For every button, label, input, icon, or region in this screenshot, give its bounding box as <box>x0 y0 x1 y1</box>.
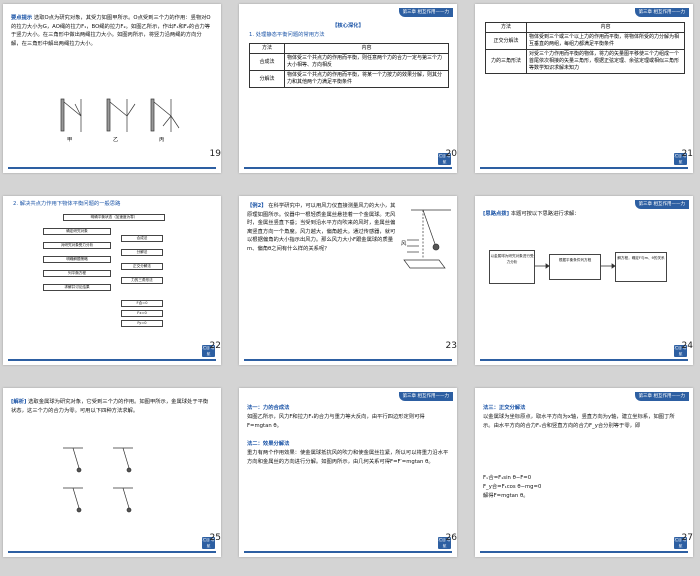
s19-label-c: 丙 <box>159 137 165 143</box>
flow-right-6: Fy=0 <box>121 320 163 327</box>
flow-mid-0: 确定研究对象 <box>43 228 111 235</box>
s21-methods-table: 方法 内容 正交分解法 物体受到三个或三个以上力的作用而平衡，将物体所受的力分解为相… <box>485 22 685 74</box>
flow-right-4: F合=0 <box>121 300 163 307</box>
footer-bar <box>480 167 688 169</box>
flow-mid-2: 明确解题策略 <box>43 256 111 263</box>
flow-right-2: 正交分解法 <box>121 263 163 270</box>
flow-mid-1: 对研究对象受力分析 <box>43 242 111 249</box>
s19-label-b: 乙 <box>113 137 119 143</box>
flow-right-3: 力的三角形法 <box>121 277 163 284</box>
s27-method3-text: 以金属球为坐标原点，取水平方向为x轴，竖直方向为y轴，建立坐标系，如图丁所示。由… <box>483 414 675 429</box>
flow-mid-4: 求解并讨论结果 <box>43 284 111 291</box>
footer-bar <box>480 551 688 553</box>
slide-26[interactable]: 第三章 相互作用——力 法一：力的合成法 如图乙所示，风力F和拉力F₁的合力与重… <box>239 388 457 557</box>
slide-24[interactable]: 第三章 相互作用——力 [思路点拨] 本题可按以下思路进行求解： 以金属球为研究… <box>475 196 693 365</box>
s26-method2-text: 重力有两个作用效果：使金属球抵抗风的吹力和使金属丝拉紧，所以可以将重力沿水平方向… <box>247 450 449 465</box>
page-number: 24 <box>681 341 693 351</box>
s26-method2-title: 法二：效果分解法 <box>247 441 290 447</box>
footer-bar <box>480 359 688 361</box>
slide-25[interactable]: [解析] 选取金属球为研究对象，它受到三个力的作用。如图甲所示，金属球处于平衡状… <box>3 388 221 557</box>
slide-23[interactable]: 【例2】 在科学研究中，可以用风力仪直接测量风力的大小，其原理如图所示。仪器中一… <box>239 196 457 365</box>
flow-right-0: 合成法 <box>121 235 163 242</box>
s23-wind-diagram <box>403 209 451 269</box>
footer-bar <box>244 359 452 361</box>
s26-method1-title: 法一：力的合成法 <box>247 405 290 411</box>
chapter-header: 第三章 相互作用——力 <box>634 392 689 401</box>
s20-heading: 【核心深化】 <box>332 23 364 29</box>
page-number: 23 <box>445 341 457 351</box>
flow-right-1: 分解法 <box>121 249 163 256</box>
flow-right-5: Fx=0 <box>121 310 163 317</box>
slide-27[interactable]: 第三章 相互作用——力 法三：正交分解法 以金属球为坐标原点，取水平方向为x轴，… <box>475 388 693 557</box>
page-number: 19 <box>209 149 221 159</box>
s22-heading: 2. 解决共点力作用下物体平衡问题的一般思路 <box>13 201 121 207</box>
footer-bar <box>8 359 216 361</box>
s19-force-diagrams <box>60 98 180 132</box>
s23-wind-label: 风 <box>401 241 407 247</box>
slide-20[interactable]: 第三章 相互作用——力 【核心深化】 1. 处理静态平衡问题的常用方法 方法 内容… <box>239 4 457 173</box>
s27-result: 解得F=mgtan θ。 <box>483 493 529 499</box>
s19-label-a: 甲 <box>67 137 73 143</box>
flow-top: 明确平衡状态（加速度为零） <box>63 214 165 221</box>
footer-bar <box>244 551 452 553</box>
page-number: 27 <box>681 533 693 543</box>
s24-arrows <box>535 263 616 269</box>
s20-methods-table: 方法 内容 合成法 物体受三个共点力的作用而平衡，则任意两个力的合力一定与第三个力大… <box>249 43 449 88</box>
footer-bar <box>244 167 452 169</box>
page-number: 25 <box>209 533 221 543</box>
s27-equation-2: F_y合=F₁cos θ−mg=0 <box>483 484 542 490</box>
chapter-header: 第三章 相互作用——力 <box>634 8 689 17</box>
page-number: 20 <box>445 149 457 159</box>
s27-equation-1: Fₓ合=F₁sin θ−F=0 <box>483 475 532 481</box>
s25-force-diagrams <box>63 447 133 513</box>
flow-mid-3: 列平衡方程 <box>43 270 111 277</box>
page-number: 21 <box>681 149 693 159</box>
page-number: 26 <box>445 533 457 543</box>
footer-bar <box>8 551 216 553</box>
slide-19[interactable]: 要点提示 选取O点为研究对象，其受力如图甲所示。O点受到三个力的作用：竖物对O的… <box>3 4 221 173</box>
s20-subheading: 1. 处理静态平衡问题的常用方法 <box>249 32 325 38</box>
page-number: 22 <box>209 341 221 351</box>
s26-method1-text: 如图乙所示，风力F和拉力F₁的合力与重力等大反向，由平行四边形定则可得F=mgt… <box>247 414 425 429</box>
slide-22[interactable]: 2. 解决共点力作用下物体平衡问题的一般思路 明确平衡状态（加速度为零） 确定研… <box>3 196 221 365</box>
chapter-header: 第三章 相互作用——力 <box>398 392 453 401</box>
s27-method3-title: 法三：正交分解法 <box>483 405 526 411</box>
chapter-header: 第三章 相互作用——力 <box>398 8 453 17</box>
footer-bar <box>8 167 216 169</box>
slide-21[interactable]: 第三章 相互作用——力 方法 内容 正交分解法 物体受到三个或三个以上力的作用而平衡… <box>475 4 693 173</box>
